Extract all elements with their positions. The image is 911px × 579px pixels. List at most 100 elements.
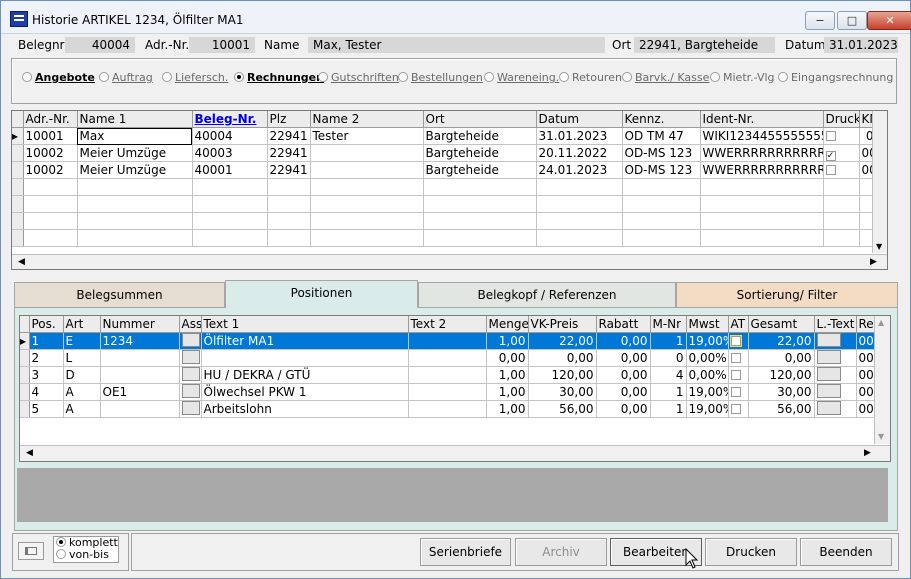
col-name1[interactable]: Name 1 <box>77 111 193 128</box>
col-kennz[interactable]: Kennz. <box>622 111 701 128</box>
archiv-button[interactable]: Archiv <box>515 538 607 566</box>
radio-gutschriften[interactable]: Gutschriften <box>318 71 399 85</box>
col-belegnr[interactable]: Beleg-Nr. <box>192 111 268 128</box>
table-row[interactable]: 10002 Meier Umzüge 40001 22941 Bargtehei… <box>12 161 877 179</box>
table-row[interactable]: ▸ 10001 Max 40004 22941 Tester Bargtehei… <box>12 127 877 145</box>
maximize-button[interactable]: □ <box>837 11 867 30</box>
col-ort[interactable]: Ort <box>423 111 537 128</box>
serienbriefe-button[interactable]: Serienbriefe <box>420 538 511 566</box>
col-gesamt[interactable]: Gesamt <box>748 316 815 333</box>
tab-belegsummen[interactable]: Belegsummen <box>14 282 225 308</box>
at-checkbox[interactable] <box>730 370 741 380</box>
col-vkpreis[interactable]: VK-Preis <box>528 316 597 333</box>
belegnr-label: Belegnr <box>18 38 65 52</box>
at-checkbox[interactable] <box>729 335 742 347</box>
cell-name2 <box>310 144 424 162</box>
col-rabatt[interactable]: Rabatt <box>596 316 651 333</box>
col-re[interactable]: Re <box>856 316 876 333</box>
at-checkbox[interactable] <box>730 404 741 414</box>
layout-icon[interactable] <box>18 542 44 560</box>
radio-bestellungen[interactable]: Bestellungen <box>398 71 483 85</box>
radio-auftrag[interactable]: Auftrag <box>99 71 153 85</box>
col-druck[interactable]: Druck <box>823 111 860 128</box>
radio-eingangsrechnung[interactable]: Eingangsrechnung <box>778 71 893 85</box>
col-mwst[interactable]: Mwst <box>686 316 729 333</box>
ass-button[interactable] <box>181 333 200 347</box>
radio-wareneingang[interactable]: Wareneing. <box>484 71 559 85</box>
radio-retouren[interactable]: Retouren <box>559 71 622 85</box>
scroll-left-icon[interactable]: ◀ <box>18 257 25 267</box>
col-name2[interactable]: Name 2 <box>310 111 424 128</box>
scroll-down-icon[interactable]: ▼ <box>876 242 882 251</box>
table-row[interactable]: 2 L 0,00 0,00 0,00 0 0,00% 0,00 00 <box>20 349 876 367</box>
radio-rechnungen[interactable]: Rechnungen <box>234 71 324 85</box>
druck-checkbox[interactable] <box>825 131 836 141</box>
col-at[interactable]: AT <box>728 316 749 333</box>
at-checkbox[interactable] <box>730 353 741 363</box>
scroll-up-icon[interactable]: ▲ <box>878 318 884 327</box>
table-row[interactable]: 3 D HU / DEKRA / GTÜ 1,00 120,00 0,00 4 … <box>20 366 876 384</box>
col-nummer[interactable]: Nummer <box>100 316 180 333</box>
cell-gesamt: 56,00 <box>748 400 815 418</box>
col-datum[interactable]: Datum <box>536 111 623 128</box>
radio-mietvertrag[interactable]: Mietr.-Vlg <box>710 71 775 85</box>
scroll-right-icon[interactable]: ▶ <box>864 448 871 458</box>
ass-button[interactable] <box>181 384 200 398</box>
ltext-button[interactable] <box>816 384 841 398</box>
cell-druck: ✓ <box>823 144 860 162</box>
tab-sortierung[interactable]: Sortierung/ Filter <box>676 282 898 308</box>
minimize-button[interactable]: − <box>805 11 835 30</box>
at-checkbox[interactable] <box>730 387 741 397</box>
tab-belegkopf[interactable]: Belegkopf / Referenzen <box>418 282 676 308</box>
radio-barverkauf[interactable]: Barvk./ Kasse <box>622 71 709 85</box>
col-adrnr[interactable]: Adr.-Nr. <box>23 111 78 128</box>
close-button[interactable]: ✕ <box>867 11 911 30</box>
ltext-button[interactable] <box>816 333 841 347</box>
document-grid[interactable]: Adr.-Nr. Name 1 Beleg-Nr. Plz Name 2 Ort… <box>11 110 888 270</box>
col-text2[interactable]: Text 2 <box>408 316 487 333</box>
druck-checkbox[interactable]: ✓ <box>825 151 836 161</box>
col-art[interactable]: Art <box>63 316 101 333</box>
col-ass[interactable]: Ass <box>179 316 202 333</box>
horizontal-scrollbar[interactable]: ◀ ▶ <box>12 254 887 269</box>
ass-button[interactable] <box>181 350 200 364</box>
empty-row <box>12 212 877 230</box>
col-plz[interactable]: Plz <box>267 111 311 128</box>
ass-button[interactable] <box>181 367 200 381</box>
table-row[interactable]: ▸ 1 E 1234 Ölfilter MA1 1,00 22,00 0,00 … <box>20 332 876 350</box>
col-text1[interactable]: Text 1 <box>201 316 409 333</box>
positions-horizontal-scrollbar[interactable]: ◀ ▶ <box>20 445 890 461</box>
ass-button[interactable] <box>181 401 200 415</box>
name-label: Name <box>264 38 300 52</box>
radio-lieferschein[interactable]: Liefersch. <box>162 71 228 85</box>
col-pos[interactable]: Pos. <box>29 316 64 333</box>
scroll-right-icon[interactable]: ▶ <box>870 257 877 267</box>
tab-positionen[interactable]: Positionen <box>225 280 418 309</box>
ltext-button[interactable] <box>816 367 841 381</box>
col-ltext[interactable]: L.-Text <box>814 316 857 333</box>
beenden-button[interactable]: Beenden <box>800 538 892 566</box>
cell-name1[interactable]: Max <box>77 127 193 145</box>
cell-mwst: 19,00% <box>686 332 729 350</box>
cell-menge: 1,00 <box>486 366 529 384</box>
drucken-button[interactable]: Drucken <box>705 538 797 566</box>
col-mnr[interactable]: M-Nr <box>650 316 687 333</box>
ltext-button[interactable] <box>816 401 841 415</box>
radio-angebote[interactable]: Angebote <box>22 71 95 85</box>
cell-rabatt: 0,00 <box>596 366 651 384</box>
table-row[interactable]: 4 A OE1 Ölwechsel PKW 1 1,00 30,00 0,00 … <box>20 383 876 401</box>
positions-vertical-scrollbar[interactable]: ▲ ▼ <box>874 316 890 444</box>
radio-indicator <box>56 537 66 547</box>
cell-mwst: 0,00% <box>686 349 729 367</box>
positions-grid[interactable]: Pos. Art Nummer Ass Text 1 Text 2 Menge … <box>19 315 891 462</box>
col-menge[interactable]: Menge <box>486 316 529 333</box>
table-row[interactable]: 10002 Meier Umzüge 40003 22941 Bargtehei… <box>12 144 877 162</box>
table-row[interactable]: 5 A Arbeitslohn 1,00 56,00 0,00 1 19,00%… <box>20 400 876 418</box>
radio-von-bis[interactable]: von-bis <box>56 549 109 561</box>
druck-checkbox[interactable] <box>825 165 836 175</box>
scroll-left-icon[interactable]: ◀ <box>26 448 33 458</box>
vertical-scrollbar[interactable]: ▼ <box>872 111 887 253</box>
col-identnr[interactable]: Ident-Nr. <box>700 111 824 128</box>
scroll-down-icon[interactable]: ▼ <box>878 432 884 441</box>
ltext-button[interactable] <box>816 350 841 364</box>
